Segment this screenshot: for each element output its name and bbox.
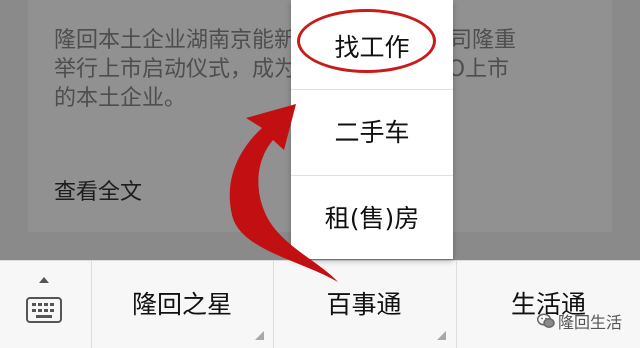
wechat-icon xyxy=(536,313,555,328)
watermark: 隆回生活 xyxy=(536,309,622,333)
watermark-label: 隆回生活 xyxy=(557,313,622,332)
red-arrow-annotation xyxy=(229,104,338,282)
